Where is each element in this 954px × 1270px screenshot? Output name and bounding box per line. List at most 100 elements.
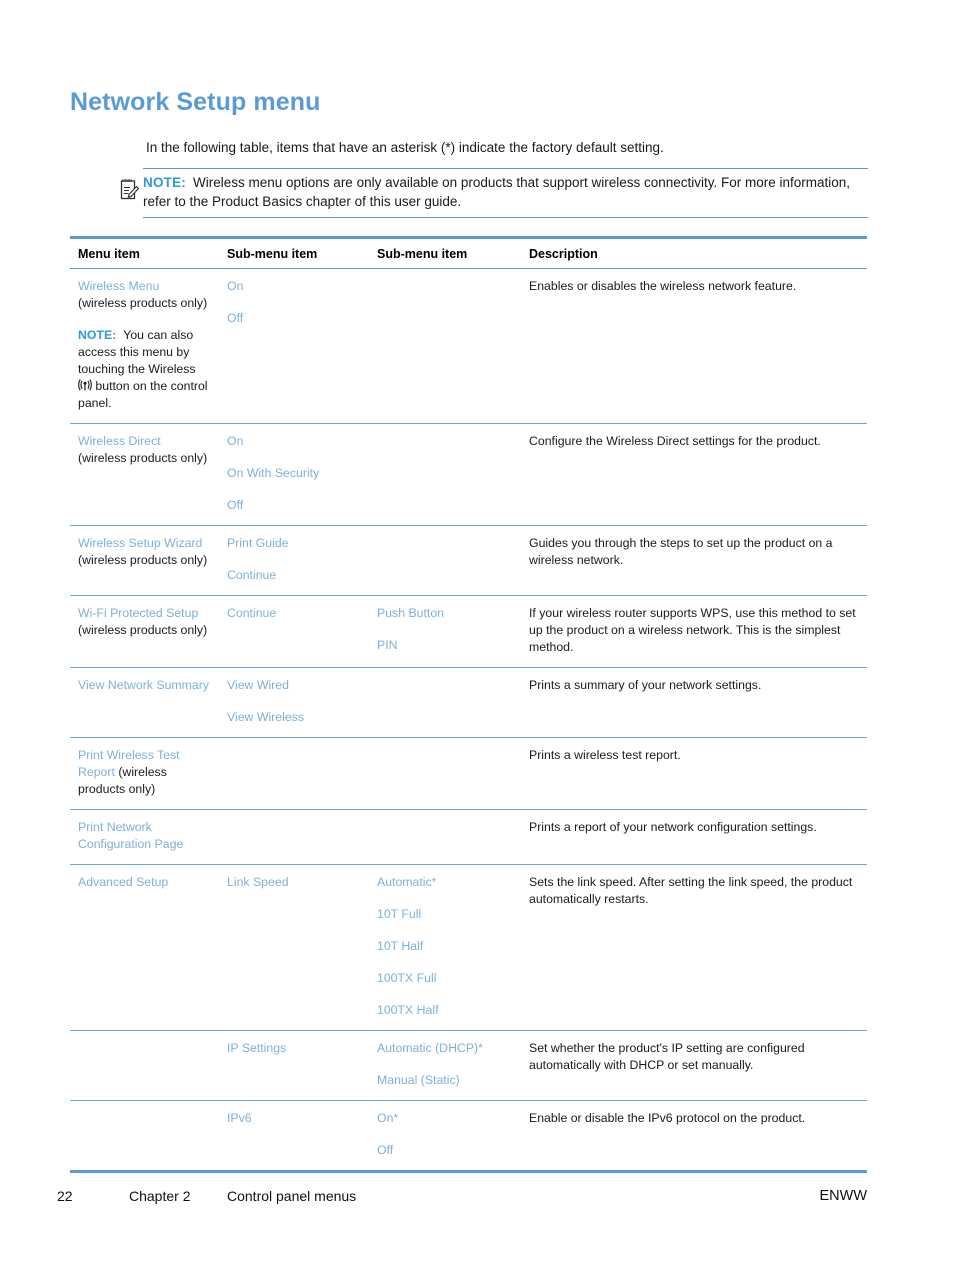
cell-sub-menu-item-2 [369, 525, 521, 596]
cell-description: If your wireless router supports WPS, us… [521, 595, 867, 668]
cell-sub-menu-item-1-item[interactable]: On [227, 278, 359, 295]
table-body: Wireless Menu (wireless products only) NO… [70, 268, 867, 1173]
menu-item-label: Wi-Fi Protected Setup [78, 606, 199, 620]
cell-menu-item [70, 1030, 219, 1101]
table-row: Print Network Configuration Page Prints a… [70, 809, 867, 865]
cell-sub-menu-item-1: Continue [219, 595, 369, 668]
cell-note-text-after: button on the control panel. [78, 379, 208, 410]
menu-item-qualifier: (wireless products only) [78, 296, 208, 310]
cell-description: Sets the link speed. After setting the l… [521, 864, 867, 1031]
cell-sub-menu-item-2-item[interactable]: PIN [377, 637, 511, 654]
column-header-sub-menu-item-2: Sub-menu item [369, 236, 521, 269]
cell-sub-menu-item-2 [369, 809, 521, 865]
description-text: Configure the Wireless Direct settings f… [529, 434, 821, 448]
note-label: NOTE: [143, 175, 186, 190]
table-row: IPv6 On* Off Enable or disable the IPv6 pro… [70, 1100, 867, 1173]
cell-sub-menu-item-1-item[interactable]: View Wired [227, 677, 359, 694]
table-row: Wireless Menu (wireless products only) NO… [70, 268, 867, 424]
cell-sub-menu-item-2-item[interactable]: 100TX Half [377, 1002, 511, 1019]
cell-sub-menu-item-2-item[interactable]: 10T Full [377, 906, 511, 923]
cell-sub-menu-item-1: IPv6 [219, 1100, 369, 1173]
cell-sub-menu-item-2-item[interactable]: 10T Half [377, 938, 511, 955]
cell-description: Enables or disables the wireless network… [521, 268, 867, 424]
cell-description: Guides you through the steps to set up t… [521, 525, 867, 596]
cell-sub-menu-item-2-item[interactable]: Manual (Static) [377, 1072, 511, 1089]
description-text: Set whether the product's IP setting are… [529, 1041, 805, 1072]
note-callout: NOTE: Wireless menu options are only avai… [120, 168, 868, 218]
cell-sub-menu-item-2: Automatic (DHCP)* Manual (Static) [369, 1030, 521, 1101]
cell-sub-menu-item-1-item[interactable]: Print Guide [227, 535, 359, 552]
cell-menu-item [70, 1100, 219, 1173]
menu-item-name[interactable]: Advanced Setup [78, 874, 209, 891]
cell-sub-menu-item-2: On* Off [369, 1100, 521, 1173]
cell-sub-menu-item-1: Print Guide Continue [219, 525, 369, 596]
cell-description: Configure the Wireless Direct settings f… [521, 423, 867, 526]
cell-sub-menu-item-2-item[interactable]: Automatic (DHCP)* [377, 1040, 511, 1057]
cell-sub-menu-item-1-item[interactable]: On [227, 433, 359, 450]
cell-sub-menu-item-2: Automatic* 10T Full 10T Half 100TX Full 100T… [369, 864, 521, 1031]
menu-item-label: Print Network Configuration Page [78, 820, 184, 851]
note-body: NOTE: Wireless menu options are only avai… [143, 168, 868, 218]
cell-note-label: NOTE: [78, 328, 117, 342]
table-row: View Network Summary View Wired View Wirel… [70, 667, 867, 738]
menu-item-name[interactable]: Wireless Setup Wizard (wireless products… [78, 535, 209, 569]
menu-item-name[interactable]: Wireless Direct (wireless products only) [78, 433, 209, 467]
cell-sub-menu-item-1-item[interactable]: View Wireless [227, 709, 359, 726]
cell-description: Enable or disable the IPv6 protocol on t… [521, 1100, 867, 1173]
intro-paragraph: In the following table, items that have … [146, 140, 664, 155]
note-text: Wireless menu options are only available… [143, 175, 851, 209]
menu-item-name[interactable]: Print Wireless Test Report (wireless pro… [78, 747, 209, 798]
network-setup-menu-table: Menu item Sub-menu item Sub-menu item De… [70, 236, 867, 1173]
menu-item-name[interactable]: Wireless Menu (wireless products only) [78, 278, 209, 312]
menu-item-qualifier: (wireless products only) [78, 553, 208, 567]
column-header-description: Description [521, 236, 867, 269]
cell-menu-item: Advanced Setup [70, 864, 219, 1031]
footer-chapter-title: Control panel menus [227, 1188, 357, 1204]
menu-item-name[interactable]: Wi-Fi Protected Setup (wireless products… [78, 605, 209, 639]
cell-sub-menu-item-2-item[interactable]: Off [377, 1142, 511, 1159]
table-row: Wi-Fi Protected Setup (wireless products… [70, 595, 867, 668]
table-header-row: Menu item Sub-menu item Sub-menu item De… [70, 236, 867, 269]
menu-item-label: Wireless Direct [78, 434, 161, 448]
footer-locale: ENWW [819, 1188, 867, 1204]
cell-sub-menu-item-1-item[interactable]: Off [227, 497, 359, 514]
menu-item-qualifier: (wireless products only) [78, 451, 208, 465]
cell-sub-menu-item-2-item[interactable]: Push Button [377, 605, 511, 622]
cell-description: Prints a report of your network configur… [521, 809, 867, 865]
cell-description: Set whether the product's IP setting are… [521, 1030, 867, 1101]
cell-sub-menu-item-1-item[interactable]: IP Settings [227, 1040, 359, 1057]
cell-sub-menu-item-2 [369, 268, 521, 424]
cell-sub-menu-item-1: Link Speed [219, 864, 369, 1031]
cell-menu-item: Wireless Direct (wireless products only) [70, 423, 219, 526]
description-text: Guides you through the steps to set up t… [529, 536, 833, 567]
description-text: If your wireless router supports WPS, us… [529, 606, 856, 654]
cell-sub-menu-item-1: On On With Security Off [219, 423, 369, 526]
cell-description: Prints a summary of your network setting… [521, 667, 867, 738]
cell-sub-menu-item-1-item[interactable]: Continue [227, 567, 359, 584]
cell-sub-menu-item-1: IP Settings [219, 1030, 369, 1101]
cell-sub-menu-item-2-item[interactable]: On* [377, 1110, 511, 1127]
column-header-menu-item: Menu item [70, 236, 219, 269]
cell-sub-menu-item-2-item[interactable]: Automatic* [377, 874, 511, 891]
cell-sub-menu-item-2 [369, 423, 521, 526]
note-clipboard-icon [120, 178, 140, 200]
cell-sub-menu-item-1-item[interactable]: Off [227, 310, 359, 327]
cell-sub-menu-item-2-item[interactable]: 100TX Full [377, 970, 511, 987]
cell-sub-menu-item-1-item[interactable]: Link Speed [227, 874, 359, 891]
cell-sub-menu-item-2: Push Button PIN [369, 595, 521, 668]
cell-sub-menu-item-1 [219, 809, 369, 865]
cell-menu-item: Print Wireless Test Report (wireless pro… [70, 737, 219, 810]
footer-chapter: Chapter 2 [129, 1188, 191, 1204]
menu-item-name[interactable]: Print Network Configuration Page [78, 819, 209, 853]
cell-sub-menu-item-1: View Wired View Wireless [219, 667, 369, 738]
page-title: Network Setup menu [70, 88, 321, 116]
cell-sub-menu-item-1 [219, 737, 369, 810]
cell-menu-item: Wireless Setup Wizard (wireless products… [70, 525, 219, 596]
menu-item-label: Wireless Setup Wizard [78, 536, 203, 550]
menu-item-name[interactable]: View Network Summary [78, 677, 209, 694]
cell-sub-menu-item-1-item[interactable]: Continue [227, 605, 359, 622]
table-row: Advanced Setup Link Speed Automatic* 10T Fu… [70, 864, 867, 1031]
cell-sub-menu-item-1-item[interactable]: IPv6 [227, 1110, 359, 1127]
cell-sub-menu-item-1-item[interactable]: On With Security [227, 465, 359, 482]
cell-note: NOTE: You can also access this menu by to… [78, 327, 209, 412]
